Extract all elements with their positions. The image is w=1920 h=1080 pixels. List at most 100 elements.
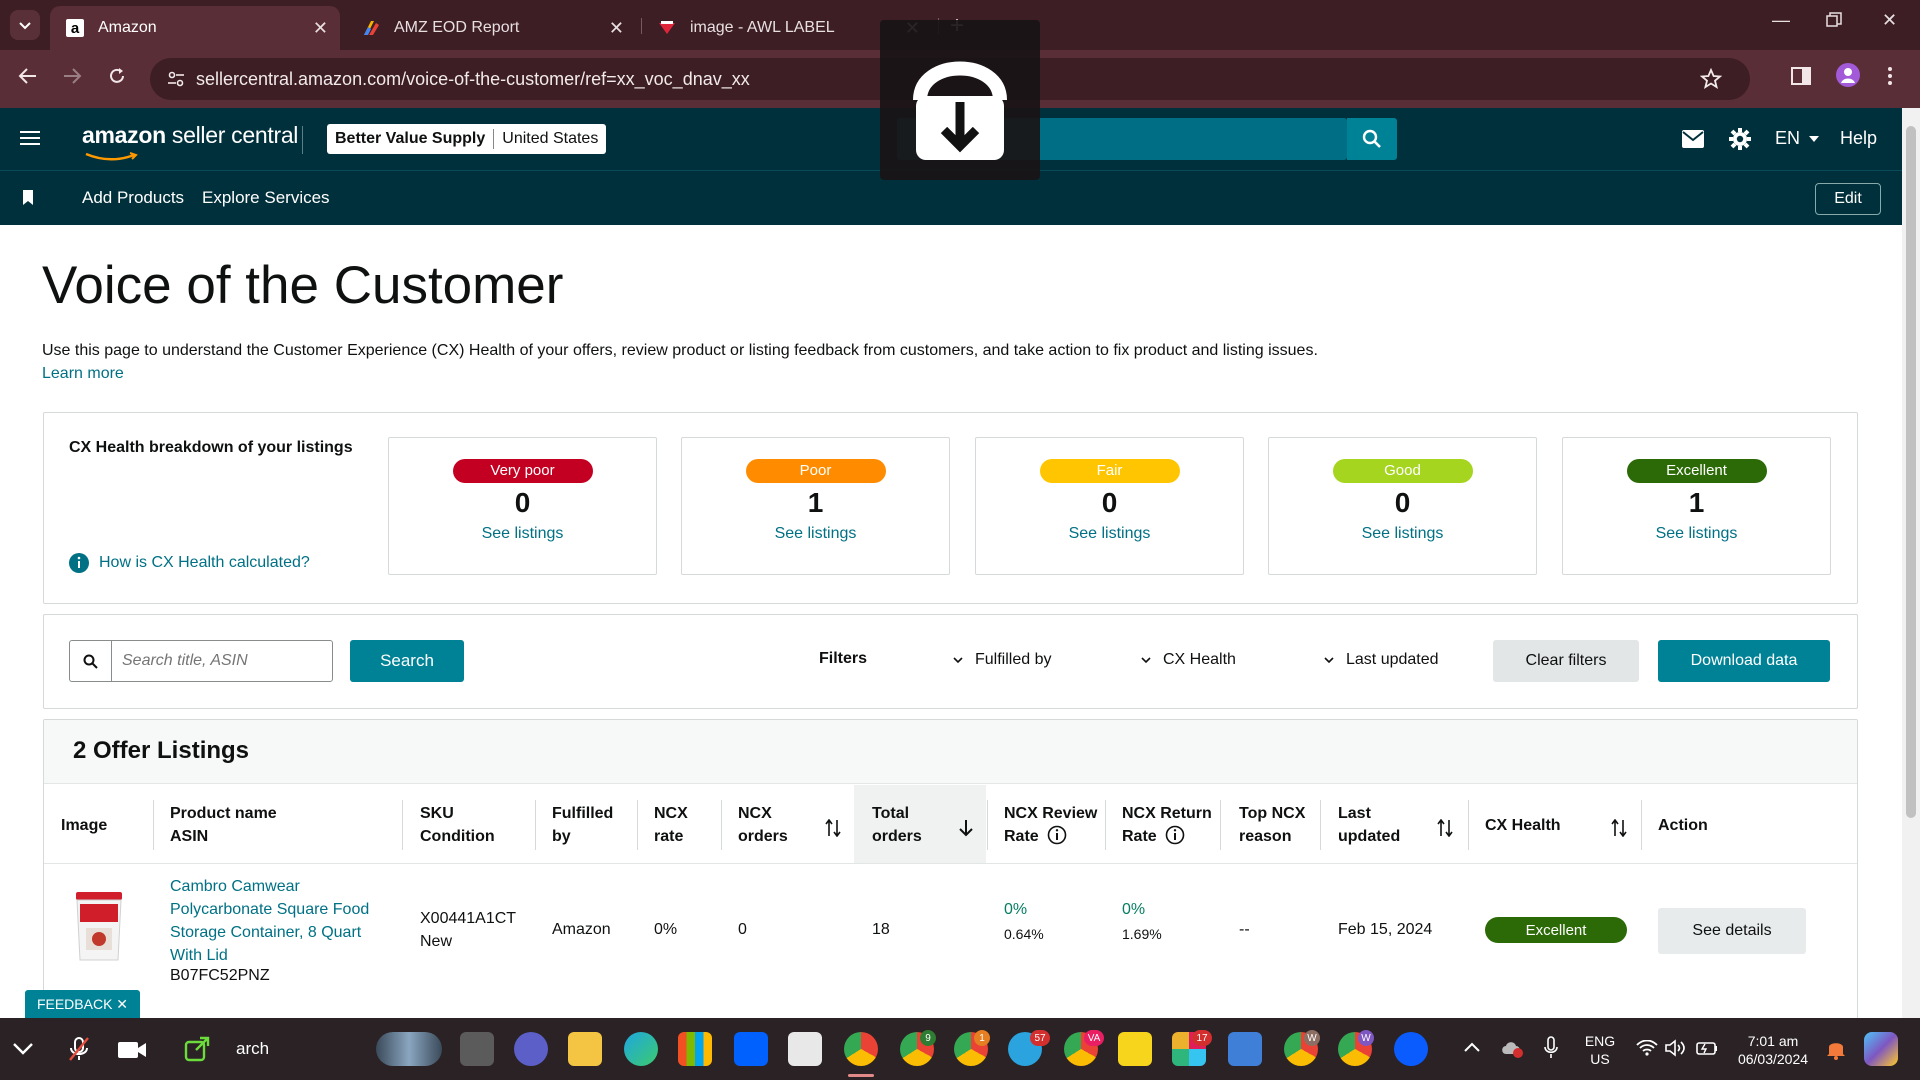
edit-nav-button[interactable]: Edit xyxy=(1815,183,1881,215)
input-language[interactable]: ENG US xyxy=(1580,1032,1620,1068)
cx-health-calc-link[interactable]: How is CX Health calculated? xyxy=(69,553,310,573)
info-icon[interactable] xyxy=(1165,825,1185,845)
listing-search-button[interactable]: Search xyxy=(350,640,464,682)
browser-tab-amz-eod-report[interactable]: AMZ EOD Report ✕ xyxy=(346,6,636,50)
mail-icon[interactable] xyxy=(1682,130,1704,148)
file-explorer-icon[interactable] xyxy=(568,1032,602,1066)
share-screen-icon[interactable] xyxy=(184,1036,210,1062)
sort-descending-arrow-icon[interactable] xyxy=(958,819,974,837)
site-settings-icon[interactable] xyxy=(166,69,186,89)
microsoft-store-icon[interactable] xyxy=(678,1032,712,1066)
reload-icon[interactable] xyxy=(107,66,127,86)
status-badge: Very poor xyxy=(452,459,593,483)
copilot-icon[interactable] xyxy=(1864,1032,1898,1066)
camera-icon[interactable] xyxy=(117,1040,147,1060)
help-link[interactable]: Help xyxy=(1840,128,1877,149)
feedback-tab[interactable]: FEEDBACK ✕ xyxy=(25,990,140,1018)
col-cx-health[interactable]: CX Health xyxy=(1485,814,1561,837)
chevron-down-icon[interactable] xyxy=(12,1042,34,1056)
close-window-icon[interactable]: ✕ xyxy=(1882,10,1897,31)
back-arrow-icon[interactable] xyxy=(18,66,38,86)
see-details-button[interactable]: See details xyxy=(1658,908,1806,954)
profile-avatar[interactable] xyxy=(1835,62,1861,88)
cx-health-dropdown[interactable]: CX Health xyxy=(1141,651,1236,669)
sort-icon[interactable] xyxy=(1611,819,1627,837)
chevron-down-icon xyxy=(953,657,963,663)
side-panel-icon[interactable] xyxy=(1790,65,1812,87)
browser-tab-amazon[interactable]: a Amazon ✕ xyxy=(50,6,340,50)
column-divider xyxy=(721,800,722,850)
battery-icon[interactable] xyxy=(1696,1040,1718,1056)
notification-bell-icon[interactable] xyxy=(1826,1038,1846,1060)
task-view-icon[interactable] xyxy=(460,1032,494,1066)
bookmark-icon[interactable] xyxy=(22,190,34,205)
restore-window-icon[interactable] xyxy=(1826,12,1842,28)
hamburger-menu-icon[interactable] xyxy=(20,130,40,146)
minimize-window-icon[interactable]: — xyxy=(1772,10,1790,31)
close-tab-icon[interactable]: ✕ xyxy=(609,18,624,39)
zoom-icon[interactable] xyxy=(1394,1032,1428,1066)
store-selector[interactable]: Better Value Supply United States xyxy=(327,124,607,154)
see-listings-link[interactable]: See listings xyxy=(389,525,656,543)
cx-card-poor: Poor 1 See listings xyxy=(681,437,950,575)
wifi-icon[interactable] xyxy=(1636,1040,1658,1056)
system-clock[interactable]: 7:01 am 06/03/2024 xyxy=(1728,1032,1818,1068)
url-text: sellercentral.amazon.com/voice-of-the-cu… xyxy=(196,68,750,89)
listing-search-input[interactable] xyxy=(111,640,333,682)
product-name-link[interactable]: Cambro Camwear Polycarbonate Square Food… xyxy=(170,875,369,967)
teams-chat-icon[interactable] xyxy=(514,1032,548,1066)
scrollbar-thumb[interactable] xyxy=(1906,126,1916,818)
see-listings-link[interactable]: See listings xyxy=(976,525,1243,543)
seller-central-logo[interactable]: amazon seller central xyxy=(82,122,298,149)
column-divider xyxy=(1468,800,1469,850)
col-ncx-rate: NCX rate xyxy=(654,805,688,845)
see-listings-link[interactable]: See listings xyxy=(1563,525,1830,543)
volume-icon[interactable] xyxy=(1664,1039,1686,1057)
amazon-app-icon[interactable] xyxy=(788,1032,822,1066)
col-total-orders[interactable]: Total orders xyxy=(872,802,922,848)
sticky-notes-icon[interactable] xyxy=(1118,1032,1152,1066)
tab-search-button[interactable] xyxy=(10,10,40,40)
col-action: Action xyxy=(1658,817,1708,834)
language-selector[interactable]: EN xyxy=(1775,128,1820,149)
status-badge: Excellent xyxy=(1626,459,1767,483)
page-scrollbar[interactable] xyxy=(1902,108,1920,1018)
col-fulfilled-by: Fulfilled by xyxy=(552,805,614,845)
subnav-explore-services[interactable]: Explore Services xyxy=(202,188,330,208)
fulfilled-by-dropdown[interactable]: Fulfilled by xyxy=(953,651,1051,669)
product-thumbnail[interactable] xyxy=(72,890,126,962)
cx-card-good: Good 0 See listings xyxy=(1268,437,1537,575)
dropbox-icon[interactable] xyxy=(734,1032,768,1066)
search-highlight-image[interactable] xyxy=(376,1032,442,1066)
forward-arrow-icon[interactable] xyxy=(62,66,82,86)
col-top-ncx-reason: Top NCX reason xyxy=(1239,805,1306,845)
learn-more-link[interactable]: Learn more xyxy=(42,365,124,383)
see-listings-link[interactable]: See listings xyxy=(1269,525,1536,543)
download-data-button[interactable]: Download data xyxy=(1658,640,1830,682)
sort-icon[interactable] xyxy=(825,819,841,837)
chrome-profile-1-icon[interactable] xyxy=(844,1032,878,1066)
microphone-icon[interactable] xyxy=(1543,1036,1559,1060)
notepad-icon[interactable] xyxy=(1228,1032,1262,1066)
col-ncx-orders[interactable]: NCX orders xyxy=(738,802,788,848)
clear-filters-button[interactable]: Clear filters xyxy=(1493,640,1639,682)
settings-gear-icon[interactable] xyxy=(1728,127,1752,151)
col-last-updated[interactable]: Last updated xyxy=(1338,802,1400,848)
taskbar-search[interactable]: arch xyxy=(236,1040,269,1058)
header-search-button[interactable] xyxy=(1347,118,1397,160)
chevron-up-icon[interactable] xyxy=(1464,1042,1480,1052)
ncx-return-rate-sub: 1.69% xyxy=(1122,926,1162,942)
header-row-divider xyxy=(44,863,1857,864)
cloud-offline-icon[interactable] xyxy=(1500,1038,1524,1058)
browser-menu-icon[interactable] xyxy=(1887,65,1893,87)
last-updated-dropdown[interactable]: Last updated xyxy=(1324,651,1439,669)
see-listings-link[interactable]: See listings xyxy=(682,525,949,543)
info-icon[interactable] xyxy=(1047,825,1067,845)
subnav-add-products[interactable]: Add Products xyxy=(82,188,184,208)
bookmark-star-icon[interactable] xyxy=(1700,68,1722,90)
col-product-name: Product name ASIN xyxy=(170,805,277,845)
mic-muted-icon[interactable] xyxy=(68,1036,90,1062)
close-tab-icon[interactable]: ✕ xyxy=(313,18,328,39)
sort-icon[interactable] xyxy=(1437,819,1453,837)
edge-browser-icon[interactable] xyxy=(624,1032,658,1066)
